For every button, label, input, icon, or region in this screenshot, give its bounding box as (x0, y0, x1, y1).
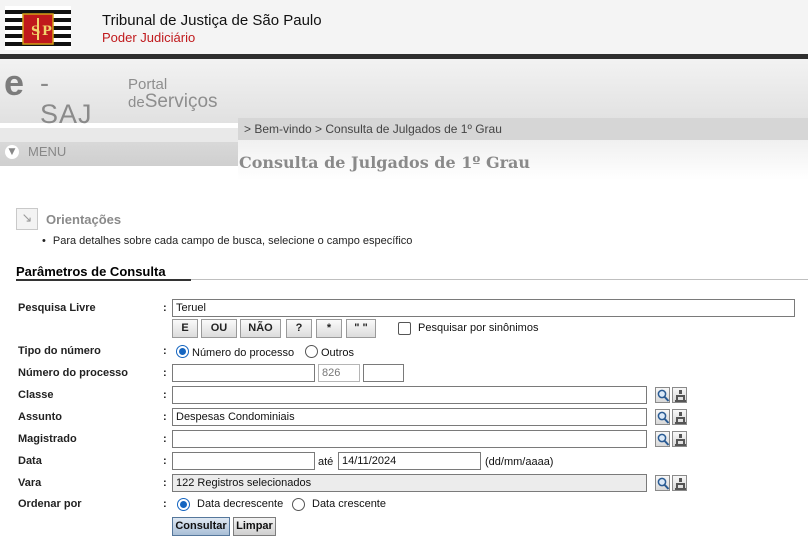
radio-outros-label[interactable]: Outros (321, 347, 354, 359)
colon: : (163, 433, 167, 445)
portal-label-de: de (128, 94, 145, 111)
org-subtitle: Poder Judiciário (102, 30, 196, 45)
operator-quotes-button[interactable]: " " (346, 319, 376, 338)
vara-label: Vara (18, 477, 42, 489)
operator-question-button[interactable]: ? (286, 319, 312, 338)
tree-select-icon[interactable] (672, 409, 687, 425)
numero-processo-label: Número do processo (18, 367, 129, 379)
colon: : (163, 411, 167, 423)
magistrado-input[interactable] (172, 430, 647, 448)
esaj-logo-saj: -SAJ (40, 68, 93, 129)
operator-ou-button[interactable]: OU (201, 319, 237, 338)
colon: : (163, 389, 167, 401)
operator-nao-button[interactable]: NÃO (240, 319, 281, 338)
sinonimos-checkbox[interactable] (398, 322, 411, 335)
radio-data-decrescente-label[interactable]: Data decrescente (197, 498, 283, 510)
search-icon[interactable] (655, 409, 670, 425)
radio-numero-processo-label[interactable]: Número do processo (192, 347, 294, 359)
page-title: Consulta de Julgados de 1º Grau (239, 153, 531, 172)
magistrado-label: Magistrado (18, 433, 77, 445)
colon: : (163, 498, 167, 510)
search-icon[interactable] (655, 387, 670, 403)
data-inicio-input[interactable] (172, 452, 315, 470)
search-icon[interactable] (655, 475, 670, 491)
ordenar-por-label: Ordenar por (18, 498, 82, 510)
numero-processo-input[interactable] (172, 364, 315, 382)
classe-input[interactable] (172, 386, 647, 404)
orientacoes-text: Para detalhes sobre cada campo de busca,… (42, 235, 413, 247)
org-name: Tribunal de Justiça de São Paulo (102, 12, 322, 29)
arrow-down-right-icon[interactable]: ↘ (16, 208, 38, 230)
radio-data-crescente[interactable] (292, 498, 305, 511)
tjsp-coat-of-arms-icon[interactable]: S P (5, 6, 71, 50)
data-label: Data (18, 455, 42, 467)
data-ate-label: até (318, 456, 334, 468)
search-icon[interactable] (655, 431, 670, 447)
pesquisa-livre-input[interactable]: Teruel (172, 299, 795, 317)
colon: : (163, 455, 167, 467)
radio-data-crescente-label[interactable]: Data crescente (312, 498, 386, 510)
portal-banner (0, 59, 808, 123)
radio-data-decrescente[interactable] (177, 498, 190, 511)
colon: : (163, 345, 167, 357)
data-fim-input[interactable]: 14/11/2024 (338, 452, 481, 470)
tree-select-icon[interactable] (672, 387, 687, 403)
chevron-down-icon[interactable]: ▼ (5, 145, 19, 159)
operator-e-button[interactable]: E (172, 319, 198, 338)
colon: : (163, 302, 167, 314)
numero-processo-unidade-input[interactable] (363, 364, 404, 382)
menu-label[interactable]: MENU (28, 144, 66, 159)
colon: : (163, 477, 167, 489)
radio-outros[interactable] (305, 345, 318, 358)
vara-input[interactable]: 122 Registros selecionados (172, 474, 647, 492)
classe-label: Classe (18, 389, 54, 401)
data-format-hint: (dd/mm/aaaa) (485, 456, 554, 468)
sinonimos-label[interactable]: Pesquisar por sinônimos (418, 322, 538, 334)
section-underline (16, 279, 191, 281)
orientacoes-title[interactable]: Orientações (46, 212, 121, 227)
numero-processo-foro-input[interactable]: 826 (318, 364, 360, 382)
portal-label-line2: deServiços (128, 91, 218, 113)
breadcrumb[interactable]: > Bem-vindo > Consulta de Julgados de 1º… (244, 122, 502, 136)
consultar-button[interactable]: Consultar (172, 517, 230, 536)
tree-select-icon[interactable] (672, 475, 687, 491)
esaj-logo-e: e (4, 62, 25, 103)
pesquisa-livre-label: Pesquisa Livre (18, 302, 96, 314)
limpar-button[interactable]: Limpar (233, 517, 276, 536)
operator-asterisk-button[interactable]: * (316, 319, 342, 338)
svg-text:P: P (42, 24, 52, 39)
tree-select-icon[interactable] (672, 431, 687, 447)
assunto-input[interactable]: Despesas Condominiais (172, 408, 647, 426)
assunto-label: Assunto (18, 411, 62, 423)
radio-numero-processo[interactable] (176, 345, 189, 358)
portal-label-servicos: Serviços (144, 91, 218, 112)
tipo-numero-label: Tipo do número (18, 345, 101, 357)
section-title: Parâmetros de Consulta (16, 264, 166, 279)
colon: : (163, 367, 167, 379)
